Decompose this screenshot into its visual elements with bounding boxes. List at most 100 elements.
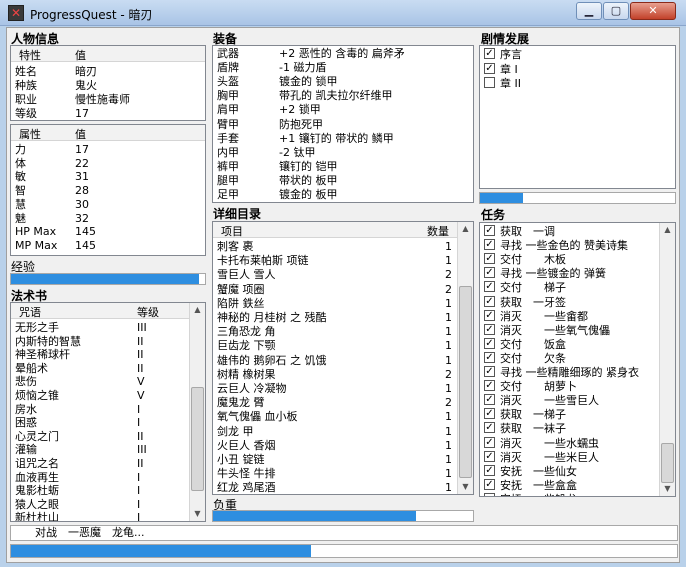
quest-item[interactable]: ✓ 交付 木板 [480,253,675,267]
scroll-up-arrow-icon[interactable]: ▲ [458,222,473,236]
inventory-list[interactable]: 项目 数量 刺客 裹 1 卡托布莱帕斯 项链 1 雪巨人 雪人 2 蟹魔 项圈 2 陷阱 鉄丝 1… [212,221,474,495]
checked-checkbox-icon[interactable]: ✓ [484,366,495,377]
inventory-row[interactable]: 雄伟的 鹅卵石 之 饥饿 1 [213,354,473,368]
checked-checkbox-icon[interactable]: ✓ [484,225,495,236]
spell-row[interactable]: 心灵之门 II [11,430,205,444]
checked-checkbox-icon[interactable]: ✓ [484,267,495,279]
spell-row[interactable]: 猿人之眼 I [11,498,205,512]
quest-item[interactable]: ✓ 消灭 一些米巨人 [480,450,675,465]
scroll-down-arrow-icon[interactable]: ▼ [190,507,205,521]
checked-checkbox-icon[interactable]: ✓ [484,464,495,476]
inventory-row[interactable]: 云巨人 冷凝物 1 [213,382,473,396]
scroll-down-arrow-icon[interactable]: ▼ [660,482,675,496]
inventory-row[interactable]: 三角恐龙 角 1 [213,325,473,339]
quest-item[interactable]: ✓ 消灭 一些氧气傀儡 [480,323,675,338]
spell-row[interactable]: 烦恼之锥 V [11,389,205,403]
equipment-list[interactable]: 武器 +2 恶性的 含毒的 扁斧矛 盾牌 -1 磁力盾 头盔 镀金的 锁甲 胸甲 带孔的 凯夫… [212,45,474,203]
attribute-value-column[interactable]: 值 [75,126,86,142]
checked-checkbox-icon[interactable]: ✓ [484,351,495,363]
spell-row[interactable]: 房水 I [11,403,205,417]
equipment-row[interactable]: 头盔 镀金的 锁甲 [213,75,473,89]
checked-checkbox-icon[interactable]: ✓ [484,337,495,349]
quests-scrollbar[interactable]: ▲ ▼ [659,223,675,496]
quest-item[interactable]: ✓ 获取 一梯子 [480,408,675,422]
quest-item[interactable]: ✓ 交付 饭盒 [480,337,675,352]
equipment-row[interactable]: 肩甲 +2 锁甲 [213,103,473,117]
sword-app-icon[interactable]: ✕ [8,5,24,21]
stat-row[interactable]: 体 22 [11,157,205,171]
spell-row[interactable]: 血液再生 I [11,471,205,485]
equipment-row[interactable]: 胸甲 带孔的 凯夫拉尔纤维甲 [213,89,473,103]
checked-checkbox-icon[interactable]: ✓ [484,48,495,59]
spell-row[interactable]: 内斯特的智慧 II [11,335,205,349]
spell-row[interactable]: 悲伤 V [11,375,205,389]
checked-checkbox-icon[interactable]: ✓ [484,309,495,321]
stat-row[interactable]: MP Max 145 [11,239,205,253]
equipment-row[interactable]: 手套 +1 镶钉的 带状的 鳞甲 [213,132,473,146]
quest-item[interactable]: ✓ 交付 梯子 [480,281,675,295]
unchecked-checkbox-icon[interactable] [484,77,495,88]
scroll-up-arrow-icon[interactable]: ▲ [660,223,675,237]
trait-row[interactable]: 姓名 暗刃 [11,65,205,79]
inventory-row[interactable]: 剑龙 甲 1 [213,425,473,439]
inventory-row[interactable]: 巨齿龙 下颚 1 [213,339,473,353]
trait-row[interactable]: 等级 17 [11,107,205,120]
attribute-column[interactable]: 属性 [19,126,41,142]
quest-item[interactable]: ✓ 获取 一牙签 [480,295,675,310]
close-button[interactable]: ✕ [630,2,676,20]
checked-checkbox-icon[interactable]: ✓ [484,408,495,420]
plot-item[interactable]: 章 II [480,77,675,91]
quest-item[interactable]: ✓ 消灭 一些水蠕虫 [480,436,675,451]
equipment-row[interactable]: 臂甲 防抱死甲 [213,118,473,132]
traits-list[interactable]: 特性 值 姓名 暗刃 种族 鬼火 职业 慢性施毒师 等级 17 [10,45,206,121]
quest-item[interactable]: ✓ 消灭 一些雪巨人 [480,394,675,408]
equipment-row[interactable]: 武器 +2 恶性的 含毒的 扁斧矛 [213,47,473,61]
quest-item[interactable]: ✓ 安抚 一些仙女 [480,464,675,479]
inventory-row[interactable]: 神秘的 月桂树 之 残酷 1 [213,311,473,325]
inventory-row[interactable]: 树精 橡树果 2 [213,368,473,382]
stat-row[interactable]: 慧 30 [11,198,205,212]
spells-column-header[interactable]: 咒语 等级 [11,303,189,319]
stat-row[interactable]: 魅 32 [11,212,205,226]
checked-checkbox-icon[interactable]: ✓ [484,253,495,265]
inventory-row[interactable]: 蟹魔 项圈 2 [213,283,473,297]
equipment-row[interactable]: 裤甲 镶钉的 铠甲 [213,160,473,174]
spell-row[interactable]: 鬼影杜蛎 I [11,484,205,498]
quest-item[interactable]: ✓ 寻找 一些精雕细琢的 紧身衣 [480,366,675,380]
inventory-row[interactable]: 红龙 鸡尾酒 1 [213,481,473,494]
scroll-down-arrow-icon[interactable]: ▼ [458,480,473,494]
spells-scrollbar[interactable]: ▲ ▼ [189,303,205,521]
checked-checkbox-icon[interactable]: ✓ [484,323,495,335]
quest-item[interactable]: ✓ 交付 胡萝卜 [480,380,675,394]
stat-row[interactable]: HP Max 145 [11,225,205,239]
inventory-column-header[interactable]: 项目 数量 [213,222,457,238]
maximize-button[interactable]: ▢ [603,2,629,20]
inventory-scroll-thumb[interactable] [459,286,472,478]
minimize-button[interactable]: ▁ [576,2,602,20]
trait-row[interactable]: 职业 慢性施毒师 [11,93,205,107]
checked-checkbox-icon[interactable]: ✓ [484,380,495,392]
title-bar[interactable]: ✕ ProgressQuest - 暗刃 ▁ ▢ ✕ [0,0,686,26]
spell-row[interactable]: 灌输 III [11,443,205,457]
scroll-up-arrow-icon[interactable]: ▲ [190,303,205,317]
item-column[interactable]: 项目 [221,223,243,239]
quest-item[interactable]: ✓ 安抚 一些盒盒 [480,478,675,493]
spells-list[interactable]: 咒语 等级 无形之手 III 内斯特的智慧 II 神圣稀球杆 II 晕船术 II 悲伤 V 烦恼之锥… [10,302,206,522]
inventory-scrollbar[interactable]: ▲ ▼ [457,222,473,494]
inventory-row[interactable]: 陷阱 鉄丝 1 [213,297,473,311]
equipment-row[interactable]: 腿甲 带状的 板甲 [213,174,473,188]
checked-checkbox-icon[interactable]: ✓ [484,436,495,448]
inventory-row[interactable]: 刺客 裹 1 [213,240,473,254]
stat-row[interactable]: 智 28 [11,184,205,198]
checked-checkbox-icon[interactable]: ✓ [484,394,495,406]
checked-checkbox-icon[interactable]: ✓ [484,422,495,434]
inventory-row[interactable]: 氧气傀儡 血小板 1 [213,410,473,424]
value-column[interactable]: 值 [75,47,86,63]
inventory-row[interactable]: 雪巨人 雪人 2 [213,268,473,282]
spell-row[interactable]: 诅咒之名 II [11,457,205,471]
stat-row[interactable]: 力 17 [11,143,205,157]
plot-item[interactable]: ✓ 章 I [480,62,675,77]
trait-row[interactable]: 种族 鬼火 [11,79,205,93]
quests-scroll-thumb[interactable] [661,443,674,483]
quest-item[interactable]: ✓ 寻找 一些镀金的 弹簧 [480,267,675,281]
